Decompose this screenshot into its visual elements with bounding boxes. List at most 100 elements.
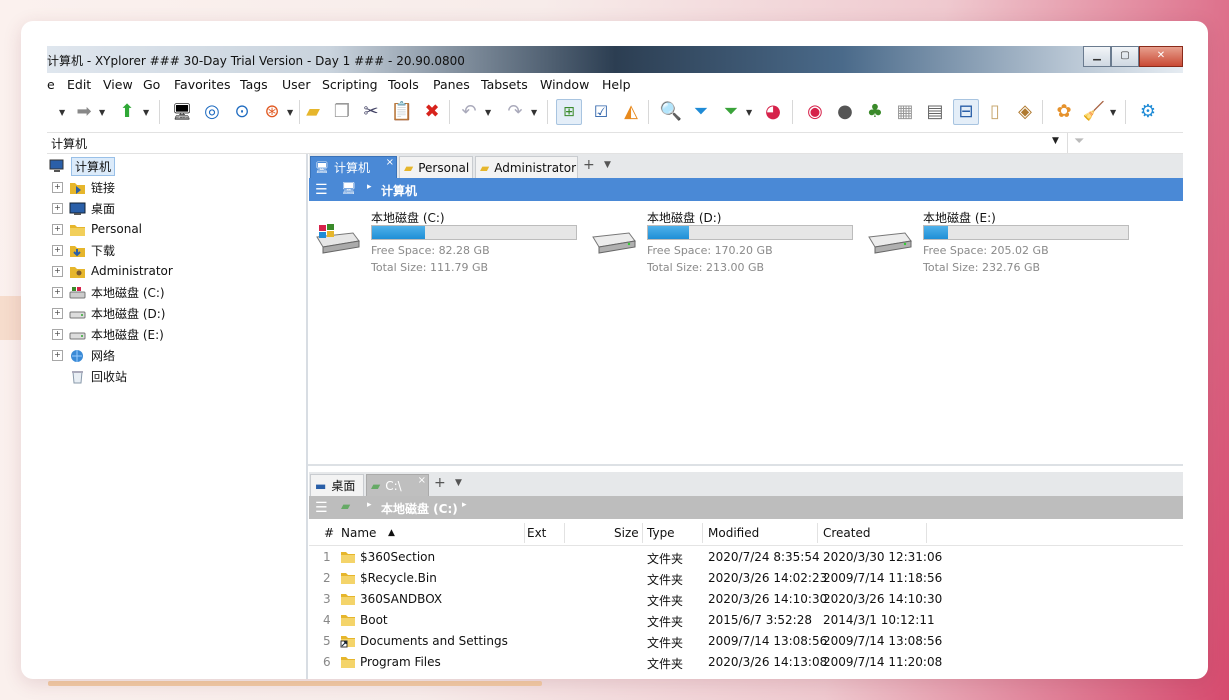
address-input[interactable]: 计算机 xyxy=(51,135,87,152)
breadcrumb-arrow-icon[interactable]: ▸ xyxy=(462,500,467,510)
tree-node[interactable]: + 网络 xyxy=(52,345,115,365)
address-bar[interactable]: 计算机 ▼ ⏷ xyxy=(47,132,1183,154)
filter-box[interactable]: ⏷ xyxy=(1067,133,1183,153)
forward-dropdown-icon[interactable]: ▼ xyxy=(99,108,105,117)
tab-computer[interactable]: 🖥 计算机 × xyxy=(310,156,397,178)
column-divider[interactable] xyxy=(564,523,565,543)
up-dropdown-icon[interactable]: ▼ xyxy=(143,108,149,117)
tree-node[interactable]: + 本地磁盘 (D:) xyxy=(52,303,165,323)
undo-dropdown-icon[interactable]: ▼ xyxy=(485,108,491,117)
new-folder-icon[interactable]: ▰ xyxy=(301,100,325,124)
new-tab-icon[interactable]: + xyxy=(434,475,446,491)
tree-node-computer[interactable]: 计算机 xyxy=(49,156,116,176)
expand-icon[interactable]: + xyxy=(52,244,63,256)
column-divider[interactable] xyxy=(702,523,703,543)
search-circle-icon[interactable]: ⊙ xyxy=(230,100,254,124)
menu-go[interactable]: Go xyxy=(143,77,160,92)
pane-divider[interactable] xyxy=(308,464,1183,466)
menu-tools[interactable]: Tools xyxy=(388,77,419,92)
undo-icon[interactable]: ↶ xyxy=(457,100,481,124)
tree-node[interactable]: + Administrator xyxy=(52,261,173,281)
tree-node[interactable]: 回收站 xyxy=(52,366,127,386)
breadcrumb-arrow-icon[interactable]: ▸ xyxy=(367,182,372,192)
column-num[interactable]: # xyxy=(324,526,334,540)
tree-node[interactable]: + 桌面 xyxy=(52,198,115,218)
file-row[interactable]: 1 $360Section 文件夹 2020/7/24 8:35:54 2020/3/3… xyxy=(309,547,1183,568)
minimize-button[interactable]: ▁ xyxy=(1083,46,1111,67)
pie-chart-icon[interactable]: ◕ xyxy=(761,100,785,124)
menu-file[interactable]: e xyxy=(47,77,55,92)
new-tab-icon[interactable]: + xyxy=(583,157,595,173)
expand-icon[interactable]: + xyxy=(52,223,63,235)
filter-dropdown-icon[interactable]: ▼ xyxy=(746,108,752,117)
play-circle-icon[interactable]: ⊛ xyxy=(260,100,284,124)
file-row[interactable]: 6 Program Files 文件夹 2020/3/26 14:13:08 2009/… xyxy=(309,652,1183,673)
target-icon[interactable]: ◎ xyxy=(200,100,224,124)
expand-icon[interactable]: + xyxy=(52,349,63,361)
address-dropdown-icon[interactable]: ▼ xyxy=(1052,136,1059,146)
file-row[interactable]: 3 360SANDBOX 文件夹 2020/3/26 14:10:30 2020/3/2… xyxy=(309,589,1183,610)
close-tab-icon[interactable]: × xyxy=(418,475,426,486)
settings-gear-icon[interactable]: ⚙ xyxy=(1136,100,1160,124)
grid-icon[interactable]: ▦ xyxy=(893,100,917,124)
moon-icon[interactable]: ● xyxy=(833,100,857,124)
hamburger-menu-icon[interactable]: ☰ xyxy=(315,182,328,198)
file-row[interactable]: 4 Boot 文件夹 2015/6/7 3:52:28 2014/3/1 10:12:1… xyxy=(309,610,1183,631)
menu-edit[interactable]: Edit xyxy=(67,77,91,92)
up-icon[interactable]: ⬆ xyxy=(115,100,139,124)
tree-node[interactable]: + 本地磁盘 (C:) xyxy=(52,282,165,302)
paste-icon[interactable]: 📋 xyxy=(390,100,414,124)
tag-icon[interactable]: ◈ xyxy=(1013,100,1037,124)
delete-icon[interactable]: ✖ xyxy=(420,100,444,124)
drive-item[interactable]: 本地磁盘 (C:) Free Space: 82.28 GB Total Size:… xyxy=(313,209,583,274)
menu-tabsets[interactable]: Tabsets xyxy=(481,77,528,92)
redo-icon[interactable]: ↷ xyxy=(503,100,527,124)
cut-icon[interactable]: ✂ xyxy=(359,100,383,124)
column-divider[interactable] xyxy=(926,523,927,543)
tree-node[interactable]: + 本地磁盘 (E:) xyxy=(52,324,164,344)
maximize-button[interactable]: ▢ xyxy=(1111,46,1139,67)
breadcrumb-c-drive[interactable]: 本地磁盘 (C:) xyxy=(381,500,458,517)
redo-dropdown-icon[interactable]: ▼ xyxy=(531,108,537,117)
tree-node[interactable]: + 下载 xyxy=(52,240,115,260)
broom-dropdown-icon[interactable]: ▼ xyxy=(1110,108,1116,117)
close-window-button[interactable]: ✕ xyxy=(1139,46,1183,67)
pizza-icon[interactable]: ◭ xyxy=(619,100,643,124)
tree-icon[interactable]: ♣ xyxy=(863,100,887,124)
menu-tags[interactable]: Tags xyxy=(240,77,268,92)
drive-item[interactable]: 本地磁盘 (D:) Free Space: 170.20 GB Total Size… xyxy=(589,209,859,274)
column-modified[interactable]: Modified xyxy=(708,526,759,540)
menu-window[interactable]: Window xyxy=(540,77,589,92)
green-filter-icon[interactable]: ⏷ xyxy=(719,100,743,124)
breadcrumb-computer[interactable]: 计算机 xyxy=(381,182,417,199)
color-filter-icon[interactable]: ✿ xyxy=(1052,100,1076,124)
expand-icon[interactable]: + xyxy=(52,307,63,319)
menu-panes[interactable]: Panes xyxy=(433,77,470,92)
play-dropdown-icon[interactable]: ▼ xyxy=(287,108,293,117)
tree-node[interactable]: + 链接 xyxy=(52,177,115,197)
column-size[interactable]: Size xyxy=(614,526,639,540)
column-ext[interactable]: Ext xyxy=(527,526,546,540)
copy-icon[interactable]: ❐ xyxy=(330,100,354,124)
forward-icon[interactable]: ➡ xyxy=(72,100,96,124)
tab-administrator[interactable]: ▰ Administrator xyxy=(475,156,578,178)
menu-user[interactable]: User xyxy=(282,77,311,92)
drive-item[interactable]: 本地磁盘 (E:) Free Space: 205.02 GB Total Size… xyxy=(865,209,1135,274)
expand-icon[interactable]: + xyxy=(52,181,63,193)
title-bar[interactable]: 计算机 - XYplorer ### 30-Day Trial Version … xyxy=(47,46,1183,73)
column-created[interactable]: Created xyxy=(823,526,871,540)
column-divider[interactable] xyxy=(524,523,525,543)
preview-pane-icon[interactable]: ▯ xyxy=(983,100,1007,124)
expand-icon[interactable]: + xyxy=(52,328,63,340)
file-row[interactable]: 2 $Recycle.Bin 文件夹 2020/3/26 14:02:23 2009/7… xyxy=(309,568,1183,589)
checkbox-icon[interactable]: ☑ xyxy=(589,100,613,124)
spiral-icon[interactable]: ◉ xyxy=(803,100,827,124)
file-row[interactable]: 5 Documents and Settings 文件夹 2009/7/14 13:0… xyxy=(309,631,1183,652)
tree-toggle-icon[interactable]: ⊞ xyxy=(556,99,582,125)
expand-icon[interactable]: + xyxy=(52,265,63,277)
expand-icon[interactable]: + xyxy=(52,202,63,214)
back-dropdown-icon[interactable]: ▼ xyxy=(59,108,65,117)
tab-c-drive[interactable]: ▰ C:\ × xyxy=(366,474,429,496)
column-type[interactable]: Type xyxy=(647,526,675,540)
tab-desktop[interactable]: ▬ 桌面 xyxy=(310,474,364,496)
